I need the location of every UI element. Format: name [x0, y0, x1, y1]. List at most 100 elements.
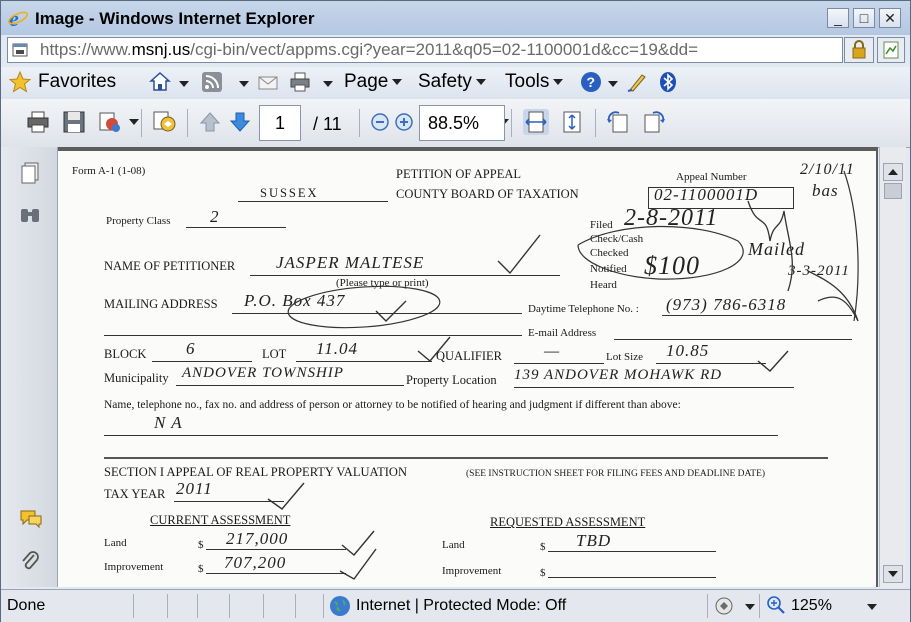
- pages-panel-icon[interactable]: [19, 161, 41, 185]
- lock-icon: [852, 40, 866, 59]
- status-divider: [759, 594, 760, 618]
- hand-drawn-ellipse: [287, 285, 441, 329]
- checkmark: [267, 482, 305, 510]
- page-icon: [12, 43, 28, 57]
- toolbar-separator: [141, 109, 142, 137]
- status-bar: Done Internet | Protected Mode: Off 125%: [1, 589, 910, 622]
- pdf-print-icon[interactable]: [25, 109, 51, 135]
- status-divider: [197, 594, 198, 618]
- tools-menu[interactable]: Tools: [505, 71, 564, 93]
- print-icon[interactable]: [289, 71, 311, 93]
- security-zone-status[interactable]: Internet | Protected Mode: Off: [356, 597, 566, 615]
- title-bar: e Image - Windows Internet Explorer _ □ …: [1, 1, 910, 35]
- help-dropdown-icon[interactable]: [608, 81, 618, 87]
- fit-page-icon[interactable]: [559, 109, 585, 135]
- page-number-input[interactable]: 1: [259, 105, 301, 141]
- url-host: msnj.us: [131, 40, 191, 59]
- hand-drawn-loop: [577, 225, 744, 280]
- url-scheme: https://www.: [40, 40, 132, 59]
- toolbar-separator: [595, 109, 596, 137]
- research-pen-icon[interactable]: [626, 71, 648, 93]
- checkmark: [757, 350, 789, 372]
- page-total: / 11: [313, 114, 342, 134]
- toolbar-separator: [359, 109, 360, 137]
- status-zoom-level[interactable]: 125%: [791, 597, 832, 615]
- popup-dropdown-icon[interactable]: [745, 604, 755, 610]
- command-bar: Favorites Page Safety Tools ?: [1, 67, 910, 100]
- close-button[interactable]: ✕: [879, 8, 901, 28]
- status-divider: [295, 594, 296, 618]
- share-dropdown-icon[interactable]: [129, 119, 139, 125]
- handwritten-annotations: [267, 170, 859, 580]
- url-field[interactable]: https://www.msnj.us/cgi-bin/vect/appms.c…: [7, 37, 843, 63]
- checkmark: [375, 300, 407, 322]
- security-lock-button[interactable]: [844, 37, 874, 63]
- safety-menu[interactable]: Safety: [418, 71, 486, 93]
- vertical-scrollbar[interactable]: [879, 147, 906, 587]
- internet-globe-icon: [330, 596, 350, 616]
- home-dropdown-icon[interactable]: [179, 81, 189, 87]
- scroll-down-arrow-icon[interactable]: [883, 565, 903, 583]
- status-divider: [133, 594, 134, 618]
- zoom-level-dropdown-icon[interactable]: [867, 604, 877, 610]
- page-menu[interactable]: Page: [344, 71, 403, 93]
- binoculars-search-icon[interactable]: [19, 203, 41, 225]
- status-divider: [707, 594, 708, 618]
- status-done: Done: [7, 597, 46, 614]
- maximize-button[interactable]: □: [853, 8, 875, 28]
- svg-text:?: ?: [587, 74, 596, 90]
- checkmark: [341, 530, 375, 556]
- previous-page-icon[interactable]: [197, 109, 223, 135]
- favorites-star-icon: [9, 71, 31, 93]
- pdf-side-panel: [1, 147, 58, 587]
- minimize-button[interactable]: _: [827, 8, 849, 28]
- favorites-button[interactable]: Favorites: [38, 71, 116, 93]
- document-viewport[interactable]: Form A-1 (1-08) PETITION OF APPEAL COUNT…: [58, 147, 878, 587]
- pdf-save-icon[interactable]: [61, 109, 87, 135]
- feeds-dropdown-icon[interactable]: [239, 81, 249, 87]
- bluetooth-icon[interactable]: [657, 71, 679, 93]
- safety-menu-chevron-icon: [475, 78, 486, 85]
- rotate-left-icon[interactable]: [605, 109, 631, 135]
- home-icon[interactable]: [149, 71, 171, 93]
- checkmark: [339, 548, 377, 580]
- popup-blocker-icon[interactable]: [713, 595, 739, 617]
- status-divider: [263, 594, 264, 618]
- compatibility-view-button[interactable]: [877, 37, 905, 63]
- rss-feed-icon[interactable]: [201, 71, 223, 93]
- comments-panel-icon[interactable]: [19, 509, 43, 529]
- toolbar-separator: [511, 109, 512, 137]
- toolbar-separator: [187, 109, 188, 137]
- tools-menu-chevron-icon: [553, 78, 564, 85]
- fit-width-icon[interactable]: [523, 109, 549, 135]
- scroll-thumb[interactable]: [884, 183, 902, 199]
- status-divider: [167, 594, 168, 618]
- tools-menu-label: Tools: [505, 71, 550, 92]
- url-path: /cgi-bin/vect/appms.cgi?year=2011&q05=02…: [190, 40, 699, 59]
- zoom-in-icon[interactable]: [391, 109, 417, 135]
- pdf-comments-icon[interactable]: [151, 109, 177, 135]
- next-page-icon[interactable]: [227, 109, 253, 135]
- signature-scribble: [807, 270, 859, 322]
- pdf-page: Form A-1 (1-08) PETITION OF APPEAL COUNT…: [58, 151, 876, 587]
- window-title: Image - Windows Internet Explorer: [35, 9, 315, 28]
- browser-window: e Image - Windows Internet Explorer _ □ …: [0, 0, 911, 622]
- page-menu-chevron-icon: [392, 78, 403, 85]
- signature-scribble: [747, 200, 793, 292]
- pdf-share-icon[interactable]: [97, 109, 123, 135]
- read-mail-icon[interactable]: [257, 71, 279, 93]
- zoom-out-icon[interactable]: [367, 109, 393, 135]
- page-menu-label: Page: [344, 71, 389, 92]
- status-divider: [229, 594, 230, 618]
- zoom-magnifier-icon[interactable]: [765, 594, 787, 616]
- compatibility-icon: [883, 41, 899, 59]
- zoom-level-input[interactable]: 88.5%: [419, 105, 505, 141]
- checkmark: [497, 234, 541, 275]
- safety-menu-label: Safety: [418, 71, 472, 92]
- help-icon[interactable]: ?: [580, 71, 602, 93]
- print-dropdown-icon[interactable]: [323, 81, 333, 87]
- status-divider: [323, 594, 324, 618]
- attachment-paperclip-icon[interactable]: [19, 549, 41, 573]
- rotate-right-icon[interactable]: [641, 109, 667, 135]
- scroll-up-arrow-icon[interactable]: [883, 163, 903, 181]
